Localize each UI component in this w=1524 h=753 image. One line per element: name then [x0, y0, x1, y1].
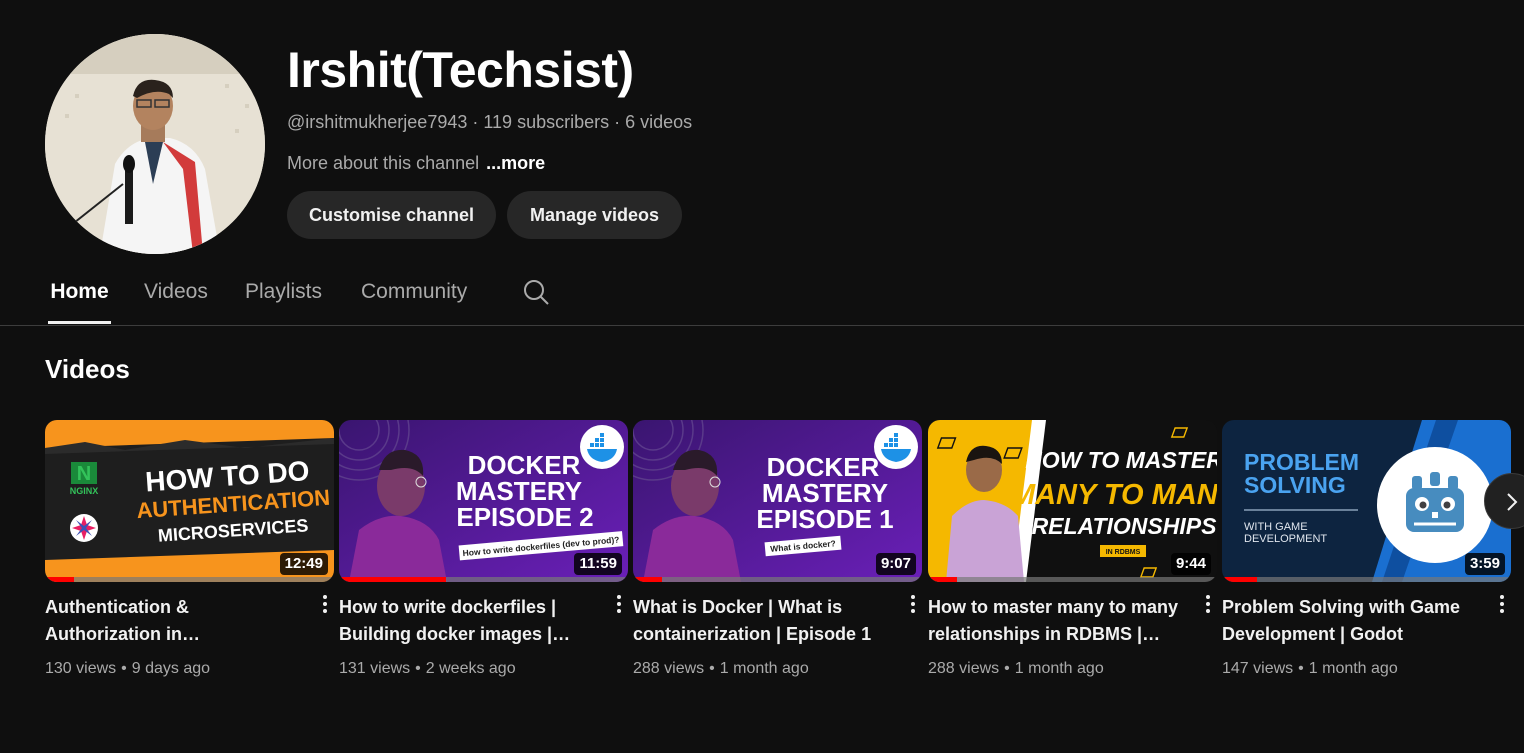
svg-text:MANY TO MANY: MANY TO MANY [1011, 479, 1217, 511]
svg-text:RELATIONSHIPS: RELATIONSHIPS [1032, 513, 1217, 539]
svg-text:IN RDBMS: IN RDBMS [1106, 549, 1141, 556]
svg-text:DEVELOPMENT: DEVELOPMENT [1244, 533, 1327, 545]
view-count: 130 views [45, 660, 117, 677]
video-title[interactable]: How to write dockerfiles | Building dock… [339, 594, 601, 648]
video-thumbnail[interactable]: PROBLEM SOLVING WITH GAME DEVELOPMENT 3:… [1222, 420, 1511, 582]
upload-age: 2 weeks ago [425, 660, 516, 677]
video-stats: 288 views • 1 month ago [928, 660, 1104, 678]
svg-text:EPISODE 1: EPISODE 1 [756, 504, 893, 534]
channel-handle: @irshitmukherjee7943 [287, 112, 468, 132]
video-duration: 12:49 [279, 553, 328, 575]
video-title[interactable]: How to master many to many relationships… [928, 594, 1190, 648]
docker-logo [580, 425, 624, 469]
video-card[interactable]: DOCKER MASTERY EPISODE 2 How to write do… [339, 420, 628, 677]
stats-separator: • [1004, 660, 1010, 677]
security-logo-icon [70, 514, 98, 542]
watch-progress-fill [1222, 577, 1257, 582]
watch-progress-bar [45, 577, 334, 582]
about-text: More about this channel [287, 153, 480, 173]
video-card[interactable]: N NGINX HOW TO DO AUTHENTICATION MICROSE… [45, 420, 334, 677]
video-stats: 288 views • 1 month ago [633, 660, 809, 678]
video-title[interactable]: Problem Solving with Game Development | … [1222, 594, 1484, 648]
tab-home[interactable]: Home [48, 270, 111, 324]
stats-separator: • [121, 660, 127, 677]
video-title[interactable]: What is Docker | What is containerizatio… [633, 594, 895, 648]
nginx-logo: N NGINX [70, 462, 99, 496]
watch-progress-fill [45, 577, 74, 582]
customise-channel-button[interactable]: Customise channel [287, 191, 496, 239]
channel-meta: @irshitmukherjee7943 · 119 subscribers · 6 v… [287, 110, 692, 134]
video-thumbnail[interactable]: DOCKER MASTERY EPISODE 2 How to write do… [339, 420, 628, 582]
video-thumbnail[interactable]: DOCKER MASTERY EPISODE 1 What is docker?… [633, 420, 922, 582]
meta-separator: · [614, 112, 621, 132]
svg-text:WITH GAME: WITH GAME [1244, 521, 1308, 533]
view-count: 147 views [1222, 660, 1294, 677]
watch-progress-bar [928, 577, 1217, 582]
watch-progress-bar [633, 577, 922, 582]
upload-age: 1 month ago [719, 660, 809, 677]
svg-text:N: N [77, 463, 91, 485]
stats-separator: • [709, 660, 715, 677]
video-title[interactable]: Authentication & Authorization in Micros… [45, 594, 307, 648]
upload-age: 9 days ago [131, 660, 211, 677]
upload-age: 1 month ago [1308, 660, 1398, 677]
more-link[interactable]: ...more [486, 153, 545, 173]
channel-about[interactable]: More about this channel ...more [287, 151, 545, 175]
svg-text:SOLVING: SOLVING [1244, 472, 1346, 498]
section-title[interactable]: Videos [45, 354, 130, 385]
watch-progress-fill [928, 577, 957, 582]
video-stats: 131 views • 2 weeks ago [339, 660, 516, 678]
video-card[interactable]: HOW TO MASTER MANY TO MANY RELATIONSHIPS… [928, 420, 1217, 677]
watch-progress-bar [1222, 577, 1511, 582]
chevron-right-icon [1507, 493, 1518, 511]
more-vert-icon[interactable] [607, 592, 631, 616]
more-vert-icon[interactable] [313, 592, 337, 616]
video-thumbnail[interactable]: HOW TO MASTER MANY TO MANY RELATIONSHIPS… [928, 420, 1217, 582]
svg-text:HOW TO MASTER: HOW TO MASTER [1025, 447, 1217, 473]
upload-age: 1 month ago [1014, 660, 1104, 677]
more-vert-icon[interactable] [1490, 592, 1514, 616]
video-duration: 11:59 [574, 553, 622, 575]
tab-community[interactable]: Community [361, 270, 467, 324]
channel-avatar[interactable] [45, 34, 265, 254]
video-card[interactable]: DOCKER MASTERY EPISODE 1 What is docker?… [633, 420, 922, 677]
video-duration: 3:59 [1464, 553, 1505, 575]
stats-separator: • [1298, 660, 1304, 677]
manage-videos-button[interactable]: Manage videos [507, 191, 682, 239]
docker-logo [874, 425, 918, 469]
tabs-divider [0, 325, 1524, 326]
video-stats: 130 views • 9 days ago [45, 660, 210, 678]
view-count: 288 views [928, 660, 1000, 677]
more-vert-icon[interactable] [901, 592, 925, 616]
svg-text:EPISODE 2: EPISODE 2 [456, 502, 593, 532]
video-stats: 147 views • 1 month ago [1222, 660, 1398, 678]
video-thumbnail[interactable]: N NGINX HOW TO DO AUTHENTICATION MICROSE… [45, 420, 334, 582]
channel-name: Irshit(Techsist) [287, 42, 634, 98]
view-count: 288 views [633, 660, 705, 677]
watch-progress-fill [633, 577, 662, 582]
tab-videos[interactable]: Videos [144, 270, 208, 324]
stats-separator: • [415, 660, 421, 677]
subscriber-count: 119 subscribers [483, 112, 610, 132]
video-card[interactable]: PROBLEM SOLVING WITH GAME DEVELOPMENT 3:… [1222, 420, 1511, 677]
video-duration: 9:07 [875, 553, 916, 575]
view-count: 131 views [339, 660, 411, 677]
video-count: 6 videos [625, 112, 693, 132]
more-vert-icon[interactable] [1196, 592, 1220, 616]
search-icon[interactable] [522, 278, 550, 306]
watch-progress-fill [339, 577, 446, 582]
svg-text:NGINX: NGINX [70, 486, 99, 496]
meta-separator: · [472, 112, 479, 132]
watch-progress-bar [339, 577, 628, 582]
godot-logo [1377, 447, 1493, 563]
tab-playlists[interactable]: Playlists [245, 270, 322, 324]
video-duration: 9:44 [1170, 553, 1211, 575]
